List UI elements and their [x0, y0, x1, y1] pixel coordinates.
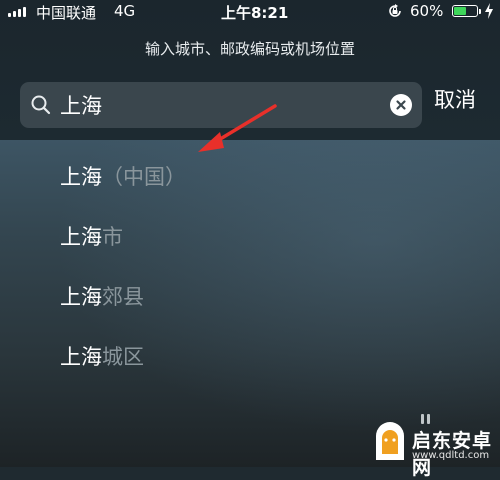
clear-search-button[interactable] [390, 94, 412, 116]
battery-icon [452, 5, 478, 17]
search-icon [31, 95, 51, 115]
result-rest-text: （中国） [102, 165, 186, 189]
orientation-lock-icon [389, 4, 401, 17]
annotation-arrow-icon [198, 104, 277, 152]
result-match-text: 上海 [60, 345, 102, 369]
charging-icon [485, 3, 493, 19]
watermark-logo-icon [376, 422, 404, 460]
result-item-2[interactable]: 上海市 [60, 221, 123, 251]
close-icon [396, 100, 406, 110]
battery-fill [454, 7, 467, 15]
status-bar: 中国联通 4G 上午8:21 60% [0, 0, 500, 24]
result-match-text: 上海 [60, 285, 102, 309]
network-type: 4G [114, 2, 136, 20]
carrier-name: 中国联通 [36, 4, 97, 22]
page-subtitle: 输入城市、邮政编码或机场位置 [144, 40, 355, 58]
result-item-3[interactable]: 上海郊县 [60, 281, 144, 311]
status-time: 上午8:21 [221, 4, 289, 22]
result-match-text: 上海 [60, 225, 102, 249]
result-rest-text: 郊县 [102, 285, 144, 309]
result-rest-text: 城区 [102, 345, 144, 369]
watermark: 启东安卓网 www.qdltd.com [370, 420, 500, 479]
watermark-url: www.qdltd.com [412, 450, 490, 461]
result-match-text: 上海 [60, 165, 102, 189]
battery-tip [479, 9, 481, 14]
cancel-button[interactable]: 取消 [434, 84, 476, 114]
result-rest-text: 市 [102, 225, 123, 249]
battery-percent: 60% [410, 2, 444, 20]
result-item-4[interactable]: 上海城区 [60, 341, 144, 371]
result-item-1[interactable]: 上海（中国） [60, 161, 186, 191]
